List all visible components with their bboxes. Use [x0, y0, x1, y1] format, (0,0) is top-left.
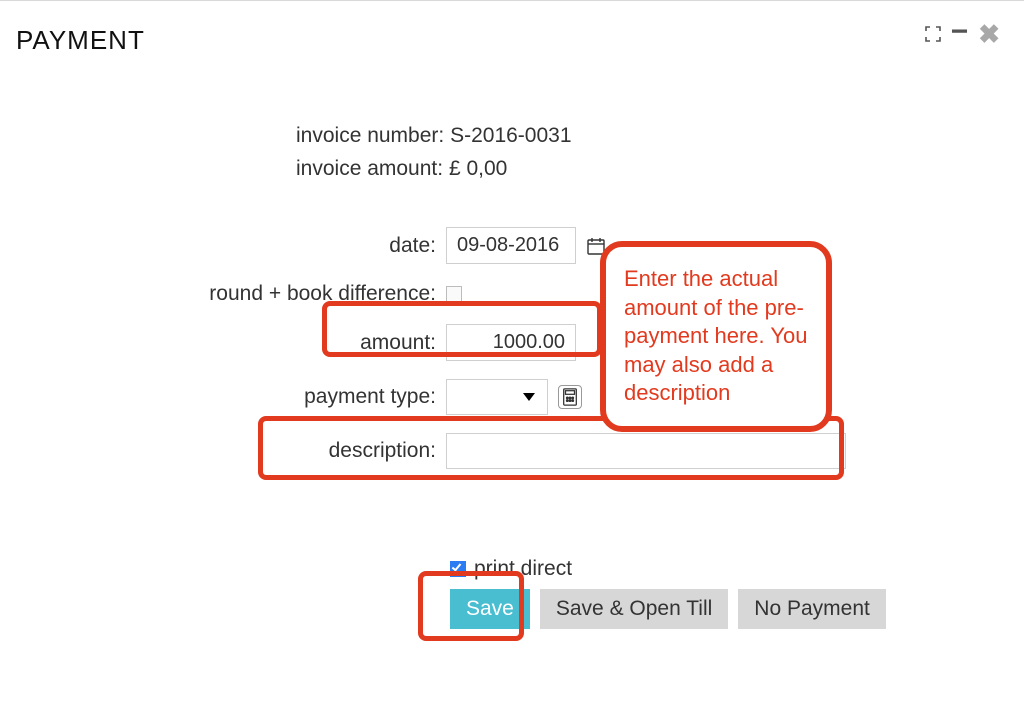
print-direct-label: print direct: [474, 557, 572, 581]
invoice-number-value: S-2016-0031: [450, 124, 571, 147]
invoice-amount-label: invoice amount:: [296, 157, 443, 180]
payment-type-label: payment type:: [186, 385, 446, 409]
amount-label: amount:: [186, 331, 446, 355]
print-direct-checkbox[interactable]: [450, 561, 466, 577]
payment-type-select[interactable]: [446, 379, 548, 415]
description-label: description:: [186, 439, 446, 463]
amount-input[interactable]: [446, 324, 576, 361]
save-open-till-button[interactable]: Save & Open Till: [540, 589, 728, 629]
annotation-callout: Enter the actual amount of the pre-payme…: [600, 241, 832, 432]
page-title: PAYMENT: [16, 25, 1008, 56]
expand-icon[interactable]: [925, 26, 941, 42]
description-input[interactable]: [446, 433, 846, 469]
invoice-info: invoice number: S-2016-0031 invoice amou…: [296, 120, 1008, 185]
chevron-down-icon: [523, 393, 535, 401]
invoice-amount-value: £ 0,00: [449, 157, 507, 180]
close-icon[interactable]: ✖: [978, 25, 1000, 43]
no-payment-button[interactable]: No Payment: [738, 589, 886, 629]
date-input[interactable]: [446, 227, 576, 264]
round-book-checkbox[interactable]: [446, 286, 462, 302]
date-label: date:: [186, 234, 446, 258]
invoice-number-label: invoice number:: [296, 124, 444, 147]
calculator-icon[interactable]: [558, 385, 582, 409]
round-book-label: round + book difference:: [186, 282, 446, 306]
minimize-icon[interactable]: −: [951, 28, 969, 36]
save-button[interactable]: Save: [450, 589, 530, 629]
